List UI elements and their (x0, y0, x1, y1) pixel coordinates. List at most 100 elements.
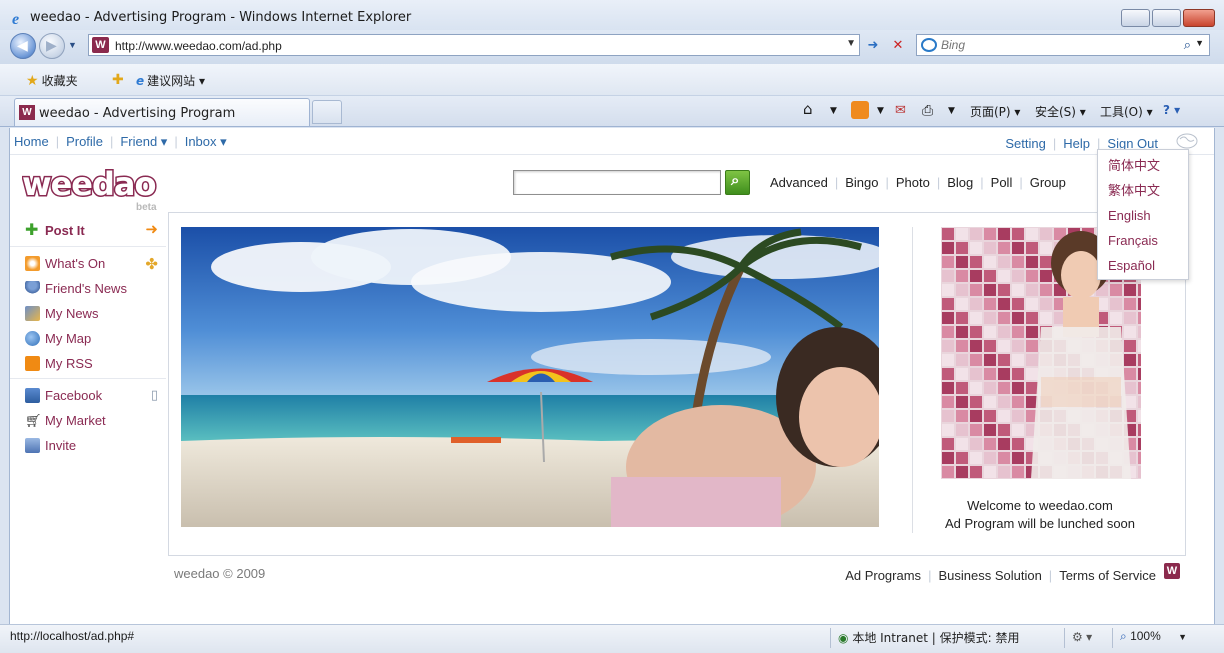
nav-advanced[interactable]: Advanced (770, 175, 828, 190)
window-title: weedao - Advertising Program - Windows I… (30, 10, 412, 25)
print-icon[interactable]: ⎙ (922, 103, 933, 119)
bing-search-input[interactable] (941, 37, 1171, 53)
search-icon: ⌕ (731, 172, 740, 189)
beach-banner-image[interactable] (181, 227, 879, 527)
page-menu[interactable]: 页面(P) ▾ (970, 103, 1020, 120)
help-link[interactable]: Help (1063, 136, 1090, 151)
sidebar-item-whats-on[interactable]: What's On ✤ (10, 251, 166, 276)
status-divider (1112, 628, 1113, 648)
footer-link-business-solution[interactable]: Business Solution (938, 568, 1041, 583)
address-bar[interactable]: W http://www.weedao.com/ad.php ▼ (88, 34, 860, 56)
search-box[interactable]: ⌕ ▼ (916, 34, 1210, 56)
left-sidebar: ✚ Post It ➜ What's On ✤ Friend's News My… (10, 216, 166, 458)
sidebar-item-my-news[interactable]: My News (10, 301, 166, 326)
mobile-phone-icon[interactable]: ▯ (151, 387, 158, 403)
nav-friend[interactable]: Friend ▾ (120, 134, 167, 149)
language-menu: 简体中文 繁体中文 English Français Español (1097, 149, 1189, 280)
address-toolbar: ◀ ▶ ▼ W http://www.weedao.com/ad.php ▼ ➜… (0, 30, 1224, 64)
sidebar-item-post-it[interactable]: ✚ Post It ➜ (10, 216, 166, 244)
mail-icon[interactable]: ✉ (895, 103, 906, 118)
sidebar-divider (10, 246, 166, 247)
setting-link[interactable]: Setting (1005, 136, 1045, 151)
feeds-dropdown-icon[interactable]: ▼ (877, 106, 884, 116)
ie-page-icon: e (136, 74, 145, 88)
content-divider (912, 227, 913, 533)
help-icon[interactable]: ? ▾ (1163, 103, 1180, 117)
search-options-dropdown-icon[interactable]: ▼ (1195, 38, 1204, 48)
category-navigation: Advanced | Bingo | Photo | Blog | Poll | Group (770, 175, 1066, 190)
main-content-box: Welcome to weedao.com Ad Program will be… (168, 212, 1186, 556)
print-dropdown-icon[interactable]: ▼ (948, 106, 955, 116)
status-url: http://localhost/ad.php# (10, 629, 135, 643)
svg-text:weedao: weedao (22, 166, 155, 202)
sidebar-item-my-rss[interactable]: My RSS (10, 351, 166, 376)
favorites-button[interactable]: ★ 收藏夹 (26, 72, 78, 89)
sidebar-item-my-market[interactable]: 🛒︎ My Market (10, 408, 166, 433)
header-divider (10, 154, 1214, 155)
sidebar-item-invite[interactable]: Invite (10, 433, 166, 458)
language-option-traditional-chinese[interactable]: 繁体中文 (1098, 181, 1188, 206)
status-bar: http://localhost/ad.php# ◉ 本地 Intranet |… (0, 624, 1224, 653)
home-dropdown-icon[interactable]: ▼ (830, 106, 837, 116)
nav-group[interactable]: Group (1030, 175, 1066, 190)
nav-bingo[interactable]: Bingo (845, 175, 878, 190)
close-window-button[interactable] (1183, 9, 1215, 27)
svg-text:e: e (12, 11, 19, 26)
site-favicon-icon: W (92, 37, 109, 53)
forward-button[interactable]: ▶ (39, 33, 65, 59)
nav-poll[interactable]: Poll (991, 175, 1013, 190)
site-search-input[interactable] (513, 170, 721, 195)
language-globe-icon[interactable] (1176, 133, 1198, 149)
status-divider (830, 628, 831, 648)
site-search-button[interactable]: ⌕ (725, 170, 750, 195)
language-option-english[interactable]: English (1098, 206, 1188, 231)
minimize-button[interactable] (1121, 9, 1150, 27)
language-option-spanish[interactable]: Español (1098, 256, 1188, 281)
address-url[interactable]: http://www.weedao.com/ad.php (115, 39, 282, 53)
go-button[interactable]: ➜ (862, 35, 884, 55)
weedao-logo-image: weedao weedao (21, 164, 158, 205)
favorites-bar: ★ 收藏夹 ✚ e 建议网站 ▾ (0, 64, 1224, 96)
add-favorite-icon[interactable]: ✚ (112, 72, 127, 88)
tools-menu[interactable]: 工具(O) ▾ (1100, 103, 1153, 120)
internet-explorer-icon: e (12, 11, 19, 26)
home-icon[interactable]: ⌂ (803, 100, 813, 118)
nav-blog[interactable]: Blog (947, 175, 973, 190)
stop-button[interactable]: ✕ (887, 35, 909, 55)
language-option-simplified-chinese[interactable]: 简体中文 (1098, 156, 1188, 181)
maximize-button[interactable] (1152, 9, 1181, 27)
tab-strip: W weedao - Advertising Program ⌂ ▼ ▼ ✉ ⎙… (0, 96, 1224, 127)
feeds-icon[interactable] (851, 101, 869, 119)
popup-settings-icon[interactable]: ⚙ ▾ (1072, 630, 1092, 644)
footer-link-ad-programs[interactable]: Ad Programs (845, 568, 921, 583)
arrow-right-icon[interactable]: ➜ (145, 220, 158, 238)
puzzle-icon[interactable]: ✤ (145, 255, 158, 273)
weedao-small-logo-icon[interactable]: W (1164, 563, 1180, 579)
forward-arrow-icon: ▶ (46, 37, 57, 53)
sidebar-item-my-map[interactable]: My Map (10, 326, 166, 351)
new-tab-button[interactable] (312, 100, 342, 124)
nav-home[interactable]: Home (14, 134, 49, 149)
rss-icon (25, 356, 40, 371)
language-option-french[interactable]: Français (1098, 231, 1188, 256)
top-navigation: Home | Profile | Friend ▾ | Inbox ▾ (14, 134, 227, 149)
suggested-sites-button[interactable]: e 建议网站 ▾ (136, 72, 205, 89)
safety-menu[interactable]: 安全(S) ▾ (1035, 103, 1086, 120)
sidebar-item-friends-news[interactable]: Friend's News (10, 276, 166, 301)
address-dropdown-icon[interactable]: ▼ (846, 38, 856, 49)
status-divider (1064, 628, 1065, 648)
nav-photo[interactable]: Photo (896, 175, 930, 190)
history-dropdown-icon[interactable]: ▼ (68, 40, 77, 50)
sidebar-item-facebook[interactable]: Facebook ▯ (10, 383, 166, 408)
back-arrow-icon: ◀ (17, 37, 28, 53)
search-icon[interactable]: ⌕ (1184, 37, 1191, 53)
web-page: Home | Profile | Friend ▾ | Inbox ▾ Setting | He… (9, 128, 1215, 624)
tab-favicon-icon: W (19, 105, 35, 120)
security-zone[interactable]: ◉ 本地 Intranet | 保护模式: 禁用 (838, 629, 1020, 646)
back-button[interactable]: ◀ (10, 33, 36, 59)
zoom-level[interactable]: ⌕ 100% ▼ (1120, 629, 1187, 644)
nav-inbox[interactable]: Inbox ▾ (185, 134, 227, 149)
footer-link-terms[interactable]: Terms of Service (1059, 568, 1156, 583)
tab-weedao[interactable]: W weedao - Advertising Program (14, 98, 310, 126)
nav-profile[interactable]: Profile (66, 134, 103, 149)
